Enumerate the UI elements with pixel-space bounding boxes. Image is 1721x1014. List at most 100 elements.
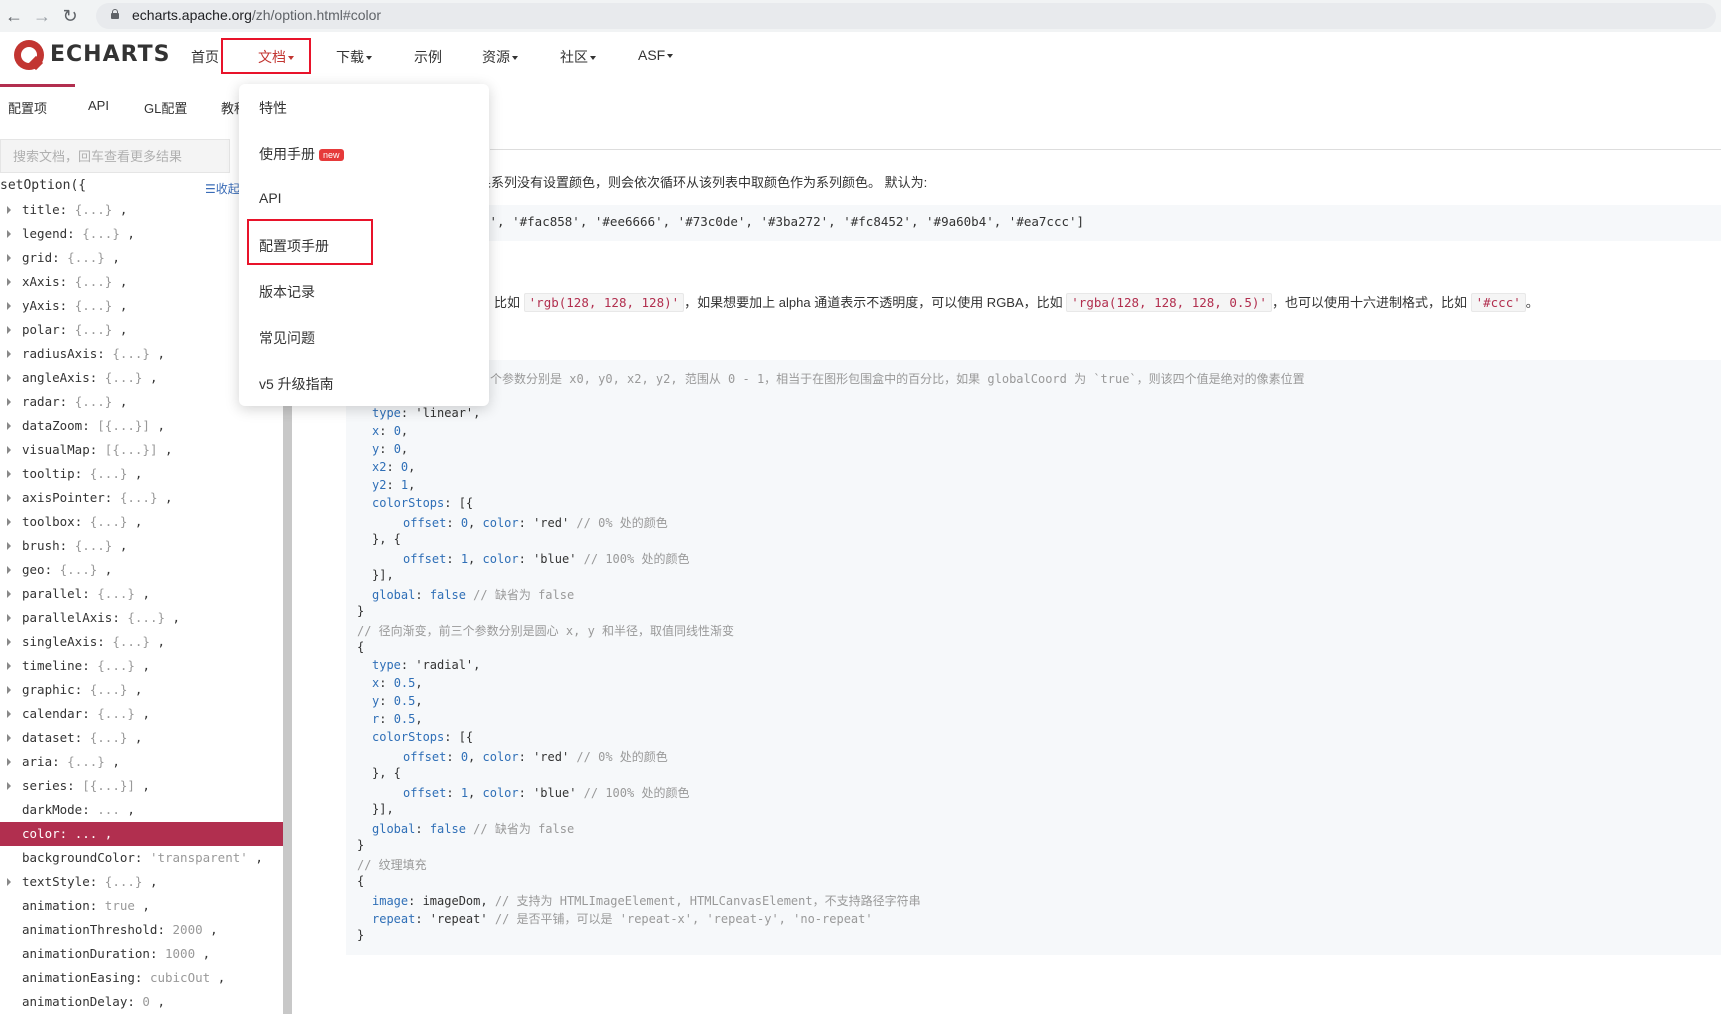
expand-arrow-icon[interactable] <box>7 614 11 622</box>
expand-arrow-icon[interactable] <box>7 782 11 790</box>
code-line: offset: 1, color: 'blue' // 100% 处的颜色 <box>403 786 690 800</box>
tree-item-timeline[interactable]: timeline: {...} , <box>0 654 283 678</box>
tree-item-key-text: legend <box>22 226 68 241</box>
tree-item-aria[interactable]: aria: {...} , <box>0 750 283 774</box>
reload-icon[interactable]: ↻ <box>58 4 82 28</box>
tree-item-graphic[interactable]: graphic: {...} , <box>0 678 283 702</box>
expand-arrow-icon[interactable] <box>7 662 11 670</box>
forward-icon[interactable]: → <box>30 4 54 28</box>
tree-item-geo[interactable]: geo: {...} , <box>0 558 283 582</box>
expand-arrow-icon[interactable] <box>7 374 11 382</box>
tree-item-key-text: timeline <box>22 658 83 673</box>
code-line: type: 'radial', <box>372 658 481 672</box>
menu-item-api[interactable]: API <box>259 190 282 206</box>
expand-arrow-icon[interactable] <box>7 710 11 718</box>
menu-item-changelog[interactable]: 版本记录 <box>259 282 315 302</box>
expand-arrow-icon[interactable] <box>7 758 11 766</box>
nav-community[interactable]: 社区 <box>560 47 596 67</box>
tree-item-singleAxis[interactable]: singleAxis: {...} , <box>0 630 283 654</box>
expand-arrow-icon[interactable] <box>7 278 11 286</box>
expand-arrow-icon[interactable] <box>7 206 11 214</box>
tree-item-toolbox[interactable]: toolbox: {...} , <box>0 510 283 534</box>
tree-item-animationDelay[interactable]: animationDelay: 0 , <box>0 990 283 1014</box>
expand-arrow-icon[interactable] <box>7 518 11 526</box>
expand-arrow-icon[interactable] <box>7 566 11 574</box>
tab-gl-option[interactable]: GL配置 <box>144 98 187 117</box>
tree-item-key-text: parallelAxis <box>22 610 113 625</box>
expand-arrow-icon[interactable] <box>7 590 11 598</box>
tree-item-key: brush: {...} , <box>22 538 128 553</box>
code-line: image: imageDom, // 支持为 HTMLImageElement… <box>372 894 921 908</box>
expand-arrow-icon[interactable] <box>7 494 11 502</box>
tree-item-animation[interactable]: animation: true , <box>0 894 283 918</box>
expand-arrow-icon[interactable] <box>7 302 11 310</box>
expand-arrow-icon[interactable] <box>7 350 11 358</box>
expand-arrow-icon[interactable] <box>7 638 11 646</box>
new-badge: new <box>319 149 344 162</box>
tab-option[interactable]: 配置项 <box>8 98 47 117</box>
tree-item-key-text: title <box>22 202 60 217</box>
tree-item-parallelAxis[interactable]: parallelAxis: {...} , <box>0 606 283 630</box>
tree-item-key-text: calendar <box>22 706 83 721</box>
tree-item-key-text: animationEasing <box>22 970 135 985</box>
menu-item-v5-upgrade[interactable]: v5 升级指南 <box>259 374 334 394</box>
expand-arrow-icon[interactable] <box>7 878 11 886</box>
tree-item-value: {...} <box>74 298 113 313</box>
tree-item-textStyle[interactable]: textStyle: {...} , <box>0 870 283 894</box>
tree-item-axisPointer[interactable]: axisPointer: {...} , <box>0 486 283 510</box>
tree-item-value: {...} <box>89 730 128 745</box>
tree-item-value: [{...}] <box>104 442 158 457</box>
tree-item-darkMode[interactable]: darkMode: ... , <box>0 798 283 822</box>
nav-resources[interactable]: 资源 <box>482 47 518 67</box>
expand-arrow-icon[interactable] <box>7 542 11 550</box>
expand-arrow-icon[interactable] <box>7 254 11 262</box>
tree-item-tooltip[interactable]: tooltip: {...} , <box>0 462 283 486</box>
logo-text: ECHARTS <box>50 42 171 67</box>
nav-home[interactable]: 首页 <box>191 47 219 67</box>
tree-item-dataset[interactable]: dataset: {...} , <box>0 726 283 750</box>
tree-item-key: singleAxis: {...} , <box>22 634 166 649</box>
nav-download[interactable]: 下载 <box>336 47 372 67</box>
collapse-button[interactable]: ☰收起 <box>205 180 240 197</box>
tree-item-backgroundColor[interactable]: backgroundColor: 'transparent' , <box>0 846 283 870</box>
back-icon[interactable]: ← <box>2 4 26 28</box>
tree-item-key-text: grid <box>22 250 53 265</box>
code-line: } <box>357 838 365 852</box>
code-line: }], <box>372 568 394 582</box>
expand-arrow-icon[interactable] <box>7 326 11 334</box>
expand-arrow-icon[interactable] <box>7 398 11 406</box>
tree-item-key: animation: true , <box>22 898 150 913</box>
tree-item-key: radar: {...} , <box>22 394 128 409</box>
tree-item-key: polar: {...} , <box>22 322 128 337</box>
expand-arrow-icon[interactable] <box>7 470 11 478</box>
tree-item-animationDuration[interactable]: animationDuration: 1000 , <box>0 942 283 966</box>
nav-examples[interactable]: 示例 <box>414 47 442 67</box>
tree-item-animationThreshold[interactable]: animationThreshold: 2000 , <box>0 918 283 942</box>
tree-item-parallel[interactable]: parallel: {...} , <box>0 582 283 606</box>
url-text[interactable]: echarts.apache.org/zh/option.html#color <box>132 7 381 23</box>
tree-item-value: {...} <box>74 274 113 289</box>
expand-arrow-icon[interactable] <box>7 446 11 454</box>
search-input[interactable] <box>13 140 223 172</box>
expand-arrow-icon[interactable] <box>7 686 11 694</box>
menu-item-faq[interactable]: 常见问题 <box>259 328 315 348</box>
tree-item-key-text: visualMap <box>22 442 90 457</box>
tree-item-key-text: series <box>22 778 68 793</box>
expand-arrow-icon[interactable] <box>7 734 11 742</box>
tree-item-brush[interactable]: brush: {...} , <box>0 534 283 558</box>
tree-item-key-text: angleAxis <box>22 370 90 385</box>
tab-api[interactable]: API <box>88 98 109 113</box>
tree-item-dataZoom[interactable]: dataZoom: [{...}] , <box>0 414 283 438</box>
expand-arrow-icon[interactable] <box>7 230 11 238</box>
menu-item-features[interactable]: 特性 <box>259 98 287 118</box>
tree-item-animationEasing[interactable]: animationEasing: cubicOut , <box>0 966 283 990</box>
menu-item-handbook[interactable]: 使用手册 new <box>259 144 344 164</box>
nav-asf[interactable]: ASF <box>638 47 674 63</box>
tree-item-visualMap[interactable]: visualMap: [{...}] , <box>0 438 283 462</box>
tree-item-calendar[interactable]: calendar: {...} , <box>0 702 283 726</box>
tree-item-key-text: animationThreshold <box>22 922 158 937</box>
lock-icon[interactable] <box>111 9 119 19</box>
tree-item-color[interactable]: color: ... , <box>0 822 283 846</box>
expand-arrow-icon[interactable] <box>7 422 11 430</box>
tree-item-series[interactable]: series: [{...}] , <box>0 774 283 798</box>
